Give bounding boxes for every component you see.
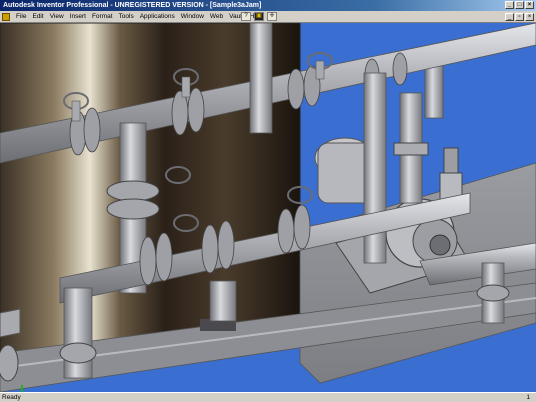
window-title: Autodesk Inventor Professional - UNREGIS… — [3, 2, 262, 9]
web-link-icon[interactable]: ▣ — [254, 12, 264, 21]
window-controls: _ □ × — [505, 1, 534, 9]
help-icon[interactable]: ? — [241, 12, 251, 21]
title-bar: Autodesk Inventor Professional - UNREGIS… — [0, 0, 536, 11]
graphics-viewport[interactable] — [0, 23, 536, 392]
menu-file[interactable]: File — [13, 11, 29, 23]
menu-window[interactable]: Window — [178, 11, 207, 23]
menu-edit[interactable]: Edit — [29, 11, 46, 23]
menu-toolbar-icons: ? ▣ ✛ — [241, 12, 277, 21]
menu-bar: File Edit View Insert Format Tools Appli… — [0, 11, 536, 23]
status-text: Ready — [2, 394, 21, 401]
minimize-icon[interactable]: _ — [505, 1, 514, 9]
menu-tools[interactable]: Tools — [116, 11, 137, 23]
menu-web[interactable]: Web — [207, 11, 226, 23]
menu-insert[interactable]: Insert — [67, 11, 89, 23]
pan-icon[interactable]: ✛ — [267, 12, 277, 21]
menu-applications[interactable]: Applications — [137, 11, 178, 23]
status-bar: Ready 1 — [0, 392, 536, 402]
close-icon[interactable]: × — [525, 1, 534, 9]
maximize-icon[interactable]: □ — [515, 1, 524, 9]
menu-format[interactable]: Format — [89, 11, 116, 23]
pipe-assembly-scene — [0, 23, 536, 392]
doc-close-icon[interactable]: × — [525, 13, 534, 21]
inventor-app-icon[interactable] — [2, 13, 10, 21]
menu-items: File Edit View Insert Format Tools Appli… — [13, 11, 266, 23]
status-count: 1 — [526, 394, 530, 401]
doc-minimize-icon[interactable]: _ — [505, 13, 514, 21]
xyz-triad-icon — [21, 385, 23, 392]
menu-view[interactable]: View — [47, 11, 67, 23]
document-controls: _ ▫ × — [505, 13, 534, 21]
doc-restore-icon[interactable]: ▫ — [515, 13, 524, 21]
